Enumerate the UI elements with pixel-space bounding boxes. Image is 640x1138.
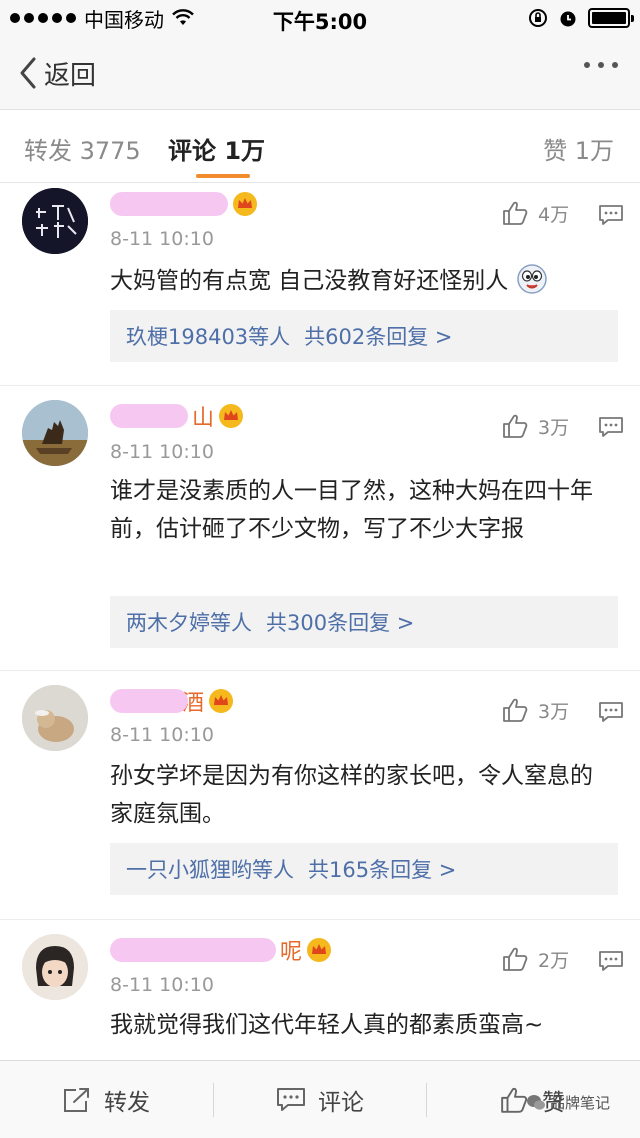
avatar-image	[22, 685, 88, 751]
comment-text: 孙女学坏是因为有你这样的家长吧，令人窒息的家庭氛围。	[110, 763, 593, 827]
name-blur-mask	[110, 938, 276, 962]
comment-reply-icon[interactable]	[598, 416, 624, 438]
like-count: 4万	[538, 203, 570, 226]
like-count: 3万	[538, 700, 570, 723]
more-options-button[interactable]	[584, 62, 618, 68]
comment-label: 评论	[318, 1090, 364, 1116]
avatar[interactable]	[22, 400, 88, 466]
like-button[interactable]: 3万	[502, 411, 569, 441]
tab-repost[interactable]: 转发 3775	[24, 131, 141, 166]
comment-time: 8-11 10:10	[110, 228, 214, 250]
comment-button[interactable]: 评论	[276, 1061, 364, 1138]
like-count: 3万	[538, 416, 570, 439]
repost-button[interactable]: 转发	[62, 1061, 150, 1138]
comment-item: 8-11 10:10 4万 大妈管的有点宽 自己没教育好还怪别人 玖梗19840…	[0, 184, 640, 386]
tab-comment[interactable]: 评论 1万	[168, 131, 265, 166]
replies-summary[interactable]: 两木夕婷等人 共300条回复 >	[110, 596, 618, 648]
status-right	[528, 6, 634, 30]
like-button[interactable]: 4万	[502, 198, 569, 228]
comment-item: 酒 8-11 10:10 3万 孙女学坏是因为有你这样的家长吧，令人窒息的家庭氛…	[0, 671, 640, 920]
repost-label: 转发	[104, 1090, 150, 1116]
navigation-bar: 返回	[0, 36, 640, 110]
tab-like[interactable]: 赞 1万	[543, 131, 614, 166]
watermark: 品牌笔记	[526, 1092, 610, 1113]
watermark-text: 品牌笔记	[550, 1094, 611, 1112]
comment-icon	[277, 1088, 305, 1111]
comment-time: 8-11 10:10	[110, 441, 214, 463]
more-dot-icon	[584, 62, 590, 68]
wechat-logo-icon	[527, 1094, 545, 1110]
battery-icon	[588, 8, 634, 28]
back-button[interactable]: 返回	[18, 54, 96, 92]
avatar-image	[22, 400, 88, 466]
avatar[interactable]	[22, 685, 88, 751]
rotation-lock-icon	[529, 9, 547, 27]
replies-summary[interactable]: 玖梗198403等人 共602条回复 >	[110, 310, 618, 362]
thumbs-up-icon	[503, 414, 528, 438]
name-blur-mask	[110, 689, 188, 713]
comment-reply-icon[interactable]	[598, 204, 624, 226]
thumbs-up-icon	[503, 698, 528, 722]
like-count: 2万	[538, 949, 570, 972]
avatar-image	[22, 934, 88, 1000]
replies-summary[interactable]: 一只小狐狸哟等人 共165条回复 >	[110, 843, 618, 895]
reply-count: 共165条回复 >	[308, 858, 457, 882]
more-dot-icon	[612, 62, 618, 68]
comment-time: 8-11 10:10	[110, 724, 214, 746]
active-tab-indicator	[196, 174, 250, 178]
emoji-icon	[516, 264, 547, 294]
thumbs-up-icon	[503, 201, 528, 225]
more-dot-icon	[598, 62, 604, 68]
thumbs-up-icon	[503, 947, 528, 971]
avatar-image	[22, 188, 88, 254]
comment-text: 谁才是没素质的人一目了然，这种大妈在四十年前，估计砸了不少文物，写了不少大字报	[110, 478, 593, 542]
name-blur-mask	[110, 192, 228, 216]
avatar[interactable]	[22, 934, 88, 1000]
share-icon	[64, 1088, 89, 1112]
comment-reply-icon[interactable]	[598, 701, 624, 723]
comment-text-content: 大妈管的有点宽 自己没教育好还怪别人	[110, 268, 509, 294]
reply-users: 一只小狐狸哟等人	[126, 858, 294, 882]
username[interactable]: 山	[110, 402, 244, 431]
toolbar-divider	[213, 1083, 214, 1117]
reply-count: 共300条回复 >	[266, 611, 415, 635]
toolbar-divider	[426, 1083, 427, 1117]
alarm-icon	[560, 11, 576, 27]
crown-icon	[209, 689, 234, 713]
reply-count: 共602条回复 >	[304, 325, 453, 349]
username[interactable]: 呢	[110, 936, 332, 965]
username[interactable]: 酒	[110, 687, 234, 716]
like-button[interactable]: 3万	[502, 695, 569, 725]
chevron-left-icon	[20, 57, 36, 89]
crown-icon	[307, 938, 332, 962]
crown-icon	[219, 404, 244, 428]
like-button[interactable]: 2万	[502, 944, 569, 974]
comment-time: 8-11 10:10	[110, 974, 214, 996]
comment-text: 大妈管的有点宽 自己没教育好还怪别人	[110, 262, 610, 300]
reply-users: 玖梗198403等人	[126, 325, 291, 349]
reply-users: 两木夕婷等人	[126, 611, 252, 635]
name-blur-mask	[110, 404, 188, 428]
comment-item: 呢 8-11 10:10 2万 我就觉得我们这代年轻人真的都素质蛮高~	[0, 920, 640, 1060]
tabs-bar: 转发 3775 评论 1万 赞 1万	[0, 111, 640, 183]
comment-list[interactable]: 8-11 10:10 4万 大妈管的有点宽 自己没教育好还怪别人 玖梗19840…	[0, 184, 640, 1060]
status-bar: 中国移动 下午5:00	[0, 0, 640, 36]
comment-text: 我就觉得我们这代年轻人真的都素质蛮高~	[110, 1012, 544, 1038]
comment-item: 山 8-11 10:10 3万 谁才是没素质的人一目了然，这种大妈在四十年前，估…	[0, 386, 640, 671]
crown-icon	[233, 192, 257, 216]
back-label: 返回	[44, 60, 97, 91]
comment-reply-icon[interactable]	[598, 950, 624, 972]
username[interactable]	[110, 190, 258, 218]
avatar[interactable]	[22, 188, 88, 254]
